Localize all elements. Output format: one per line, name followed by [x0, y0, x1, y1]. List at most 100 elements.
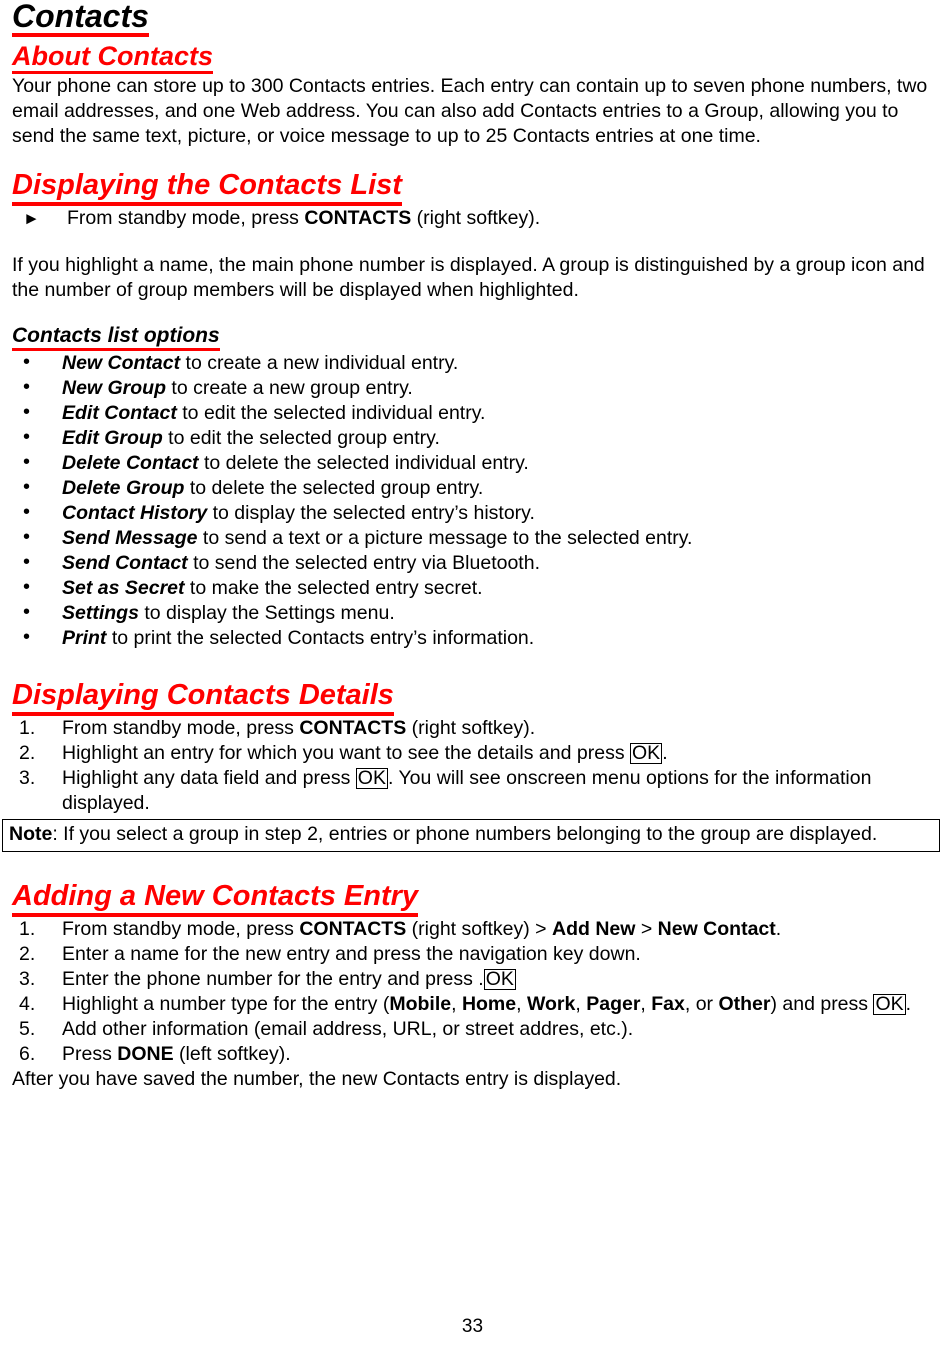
adding-entry-heading: Adding a New Contacts Entry [12, 882, 419, 917]
option-term: Send Message [62, 527, 198, 549]
list-options-heading-container: Contacts list options [12, 325, 941, 351]
option-term: Edit Contact [62, 402, 177, 424]
step-text-post: (right softkey). [406, 717, 536, 739]
list-item: • Print to print the selected Contacts en… [12, 626, 941, 651]
option-term: Set as Secret [62, 577, 185, 599]
option-description: to send the selected entry via Bluetooth… [187, 552, 540, 574]
option-term: Print [62, 627, 107, 649]
step-text-pre: From standby mode, press [67, 207, 305, 229]
contacts-list-options: • New Contact to create a new individual … [12, 351, 941, 651]
bullet-icon: • [23, 351, 31, 373]
option-term: Delete Group [62, 477, 185, 499]
step-number: 3. [19, 767, 36, 789]
bullet-icon: • [23, 376, 31, 398]
step-text: ) and press [770, 993, 874, 1015]
ok-key-glyph: OK [630, 742, 663, 764]
displaying-details-steps: 1. From standby mode, press CONTACTS (rig… [12, 716, 941, 816]
separator: , [516, 993, 527, 1015]
step-text: (right softkey) > [406, 918, 552, 940]
bullet-icon: • [23, 451, 31, 473]
step-bold-label: New Contact [657, 918, 776, 940]
step-text: . [775, 918, 782, 940]
step-number: 2. [19, 943, 36, 965]
note-box: Note: If you select a group in step 2, e… [2, 819, 940, 852]
bullet-icon: • [23, 476, 31, 498]
step-number: 3. [19, 968, 36, 990]
list-item: 6. Press DONE (left softkey). [12, 1042, 941, 1067]
step-number: 5. [19, 1018, 36, 1040]
number-type-label: Work [526, 993, 576, 1015]
number-type-label: Pager [586, 993, 641, 1015]
step-text: , or [684, 993, 719, 1015]
adding-entry-heading-container: Adding a New Contacts Entry [12, 882, 941, 917]
list-item: • Edit Group to edit the selected group e… [12, 426, 941, 451]
bullet-icon: • [23, 501, 31, 523]
option-description: to send a text or a picture message to t… [197, 527, 693, 549]
list-item: 4. Highlight a number type for the entry … [12, 992, 941, 1017]
bullet-icon: • [23, 551, 31, 573]
option-description: to edit the selected group entry. [162, 427, 440, 449]
list-item: 1. From standby mode, press CONTACTS (rig… [12, 716, 941, 741]
option-description: to delete the selected group entry. [184, 477, 484, 499]
option-term: Send Contact [62, 552, 188, 574]
step-bold-label: Add New [552, 918, 636, 940]
step-number: 1. [19, 717, 36, 739]
option-term: New Group [62, 377, 167, 399]
list-item: 3. Highlight any data field and press OK.… [12, 766, 941, 816]
step-number: 6. [19, 1043, 36, 1065]
list-item: • New Group to create a new group entry. [12, 376, 941, 401]
step-bold-label: CONTACTS [299, 717, 407, 739]
option-description: to create a new group entry. [166, 377, 413, 399]
bullet-icon: • [23, 401, 31, 423]
page-number: 33 [461, 1316, 484, 1337]
number-type-label: Mobile [389, 993, 452, 1015]
separator: , [575, 993, 587, 1015]
step-text: Highlight any data field and press [62, 767, 356, 789]
step-text: Highlight an entry for which you want to… [62, 742, 630, 764]
step-text: > [635, 918, 658, 940]
step-bold-label: DONE [117, 1043, 174, 1065]
separator: , [451, 993, 462, 1015]
step-text-post: . [662, 742, 668, 764]
adding-entry-steps: 1. From standby mode, press CONTACTS (rig… [12, 917, 941, 1067]
list-item: 5. Add other information (email address, … [12, 1017, 941, 1042]
list-options-heading: Contacts list options [12, 325, 220, 351]
list-item: • Settings to display the Settings menu. [12, 601, 941, 626]
list-item: 1. From standby mode, press CONTACTS (rig… [12, 917, 941, 942]
bullet-icon: • [23, 601, 31, 623]
list-item: • Edit Contact to edit the selected indiv… [12, 401, 941, 426]
option-description: to make the selected entry secret. [184, 577, 483, 599]
list-item: • Delete Contact to delete the selected i… [12, 451, 941, 476]
about-contacts-heading: About Contacts [12, 43, 213, 74]
option-description: to display the selected entry’s history. [207, 502, 535, 524]
list-item: 3. Enter the phone number for the entry a… [12, 967, 941, 992]
adding-entry-closing: After you have saved the number, the new… [12, 1068, 622, 1090]
displaying-list-heading: Displaying the Contacts List [12, 171, 402, 206]
note-text: : If you select a group in step 2, entri… [52, 823, 878, 845]
step-number: 1. [19, 918, 36, 940]
step-text: . [905, 993, 912, 1015]
document-page: Contacts About Contacts Your phone can s… [0, 0, 945, 1354]
list-item: 2. Highlight an entry for which you want … [12, 741, 941, 766]
list-item: 2. Enter a name for the new entry and pre… [12, 942, 941, 967]
step-number: 4. [19, 993, 36, 1015]
step-text: Enter the phone number for the entry and… [62, 968, 479, 990]
step-text: From standby mode, press [62, 918, 300, 940]
page-title: Contacts [12, 0, 149, 37]
contacts-softkey-label: CONTACTS [304, 207, 412, 229]
displaying-list-paragraph: If you highlight a name, the main phone … [12, 254, 925, 301]
step-text: Highlight a number type for the entry ( [62, 993, 390, 1015]
list-item: • Contact History to display the selected… [12, 501, 941, 526]
page-title-container: Contacts [12, 0, 941, 37]
number-type-label: Fax [651, 993, 685, 1015]
list-item: • Delete Group to delete the selected gro… [12, 476, 941, 501]
step-text: (left softkey). [173, 1043, 291, 1065]
triangle-right-icon: ► [23, 209, 40, 228]
about-contacts-paragraph: Your phone can store up to 300 Contacts … [12, 75, 928, 147]
displaying-list-step: ► From standby mode, press CONTACTS (righ… [12, 206, 941, 231]
number-type-label: Other [718, 993, 771, 1015]
